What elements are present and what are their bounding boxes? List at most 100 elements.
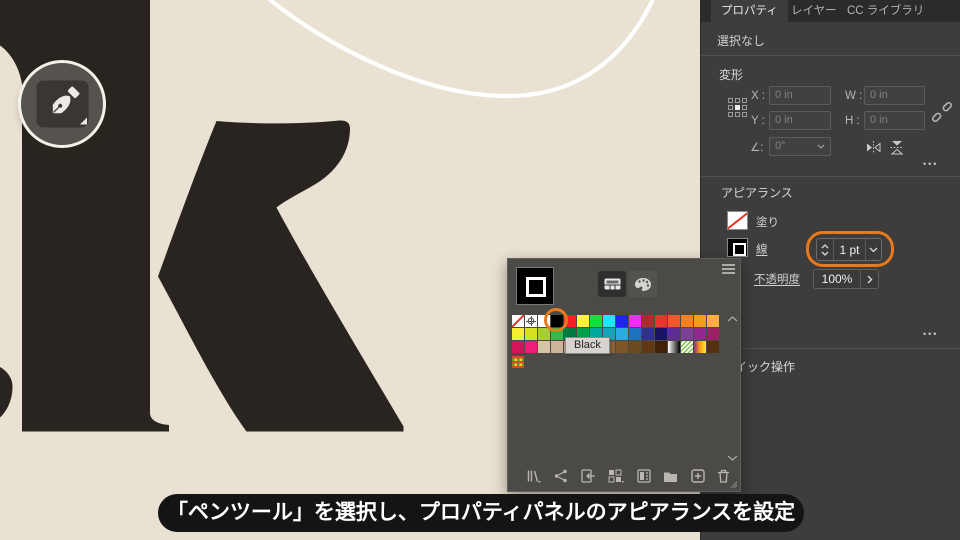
tab-cc-libraries[interactable]: CC ライブラリ — [837, 0, 934, 22]
swatch[interactable] — [629, 328, 641, 340]
pen-tool-indicator — [18, 60, 106, 148]
swatch[interactable] — [694, 315, 706, 327]
flip-horizontal-icon[interactable] — [865, 140, 882, 155]
swatch[interactable] — [694, 328, 706, 340]
import-swatches-icon[interactable] — [581, 469, 596, 483]
opacity-detail-button[interactable] — [860, 270, 878, 288]
color-mixer-button[interactable] — [628, 271, 657, 297]
swatch[interactable] — [707, 341, 719, 353]
opacity-label[interactable]: 不透明度 — [754, 271, 800, 287]
letter-k-arm-leg — [158, 120, 404, 432]
swatch[interactable] — [512, 341, 524, 353]
selection-status: 選択なし — [717, 34, 766, 48]
angle-field[interactable]: 0° — [769, 137, 831, 156]
swatch-libraries-icon[interactable] — [526, 469, 542, 483]
fill-color-swatch[interactable] — [727, 211, 748, 230]
new-swatch-icon[interactable] — [690, 469, 705, 483]
swatch[interactable] — [512, 328, 524, 340]
swatch-none[interactable] — [512, 315, 524, 327]
pen-path-curve — [267, 0, 655, 99]
swatches-toolbar — [526, 469, 730, 483]
reference-point-locator[interactable] — [728, 98, 747, 117]
swatch[interactable] — [655, 328, 667, 340]
swatch[interactable] — [616, 315, 628, 327]
swatch-row — [512, 328, 719, 340]
annotation-circle-black-swatch — [544, 308, 568, 332]
swatch[interactable] — [668, 328, 680, 340]
swatch[interactable] — [655, 315, 667, 327]
x-field[interactable]: 0 in — [769, 86, 831, 105]
swatch[interactable] — [616, 341, 628, 353]
tab-properties[interactable]: プロパティ — [711, 0, 788, 22]
angle-label: ∠: — [750, 142, 764, 154]
swatch[interactable] — [525, 328, 537, 340]
w-field[interactable]: 0 in — [864, 86, 925, 105]
stroke-label[interactable]: 線 — [756, 241, 768, 257]
y-field[interactable]: 0 in — [769, 111, 831, 130]
swatch-row — [512, 356, 719, 368]
add-to-cc-library-icon[interactable] — [554, 469, 568, 483]
appearance-section-title: アピアランス — [721, 186, 793, 200]
chevron-down-icon — [817, 144, 825, 149]
y-label: Y : — [751, 115, 765, 127]
annotation-ring-stroke-weight — [806, 231, 894, 267]
swatch[interactable] — [551, 341, 563, 353]
scroll-up-icon[interactable] — [727, 316, 738, 322]
swatches-view-button[interactable] — [598, 271, 626, 297]
chevron-right-icon — [867, 275, 872, 283]
swatches-view-icon — [604, 278, 620, 290]
separator — [701, 55, 960, 56]
swatch-tooltip: Black — [565, 337, 610, 354]
swatch[interactable] — [642, 315, 654, 327]
transform-more-options[interactable]: ••• — [923, 159, 938, 169]
fill-label: 塗り — [756, 217, 779, 229]
swatch-registration[interactable] — [525, 315, 537, 327]
swatch[interactable] — [577, 315, 589, 327]
letter-curl — [0, 367, 13, 418]
h-label: H : — [845, 115, 860, 127]
swatch[interactable] — [681, 315, 693, 327]
color-mixer-icon — [634, 277, 651, 291]
swatch[interactable] — [590, 315, 602, 327]
new-color-group-icon[interactable] — [663, 470, 678, 483]
illustrator-screenshot: プロパティ レイヤー CC ライブラリ 選択なし 変形 X : 0 in W :… — [0, 0, 960, 540]
opacity-value[interactable]: 100% — [814, 272, 860, 286]
swatch-pattern-confetti[interactable] — [512, 356, 524, 368]
swatch[interactable] — [525, 341, 537, 353]
swatch[interactable] — [655, 341, 667, 353]
scroll-down-icon[interactable] — [727, 455, 738, 461]
resize-grip[interactable] — [728, 479, 738, 489]
swatch[interactable] — [629, 315, 641, 327]
panel-tab-strip: プロパティ レイヤー CC ライブラリ — [701, 0, 960, 22]
flip-vertical-icon[interactable] — [889, 139, 905, 156]
swatch[interactable] — [707, 328, 719, 340]
stroke-color-swatch[interactable] — [727, 238, 748, 257]
swatch-grid — [512, 315, 719, 369]
stroke-proxy-icon — [516, 267, 554, 305]
swatch[interactable] — [681, 328, 693, 340]
link-dimensions-icon[interactable] — [931, 98, 953, 126]
swatch[interactable] — [668, 315, 680, 327]
swatch-gradient-orange[interactable] — [694, 341, 706, 353]
swatch[interactable] — [538, 341, 550, 353]
swatch-options-icon[interactable] — [637, 469, 651, 483]
panel-list-icon[interactable] — [721, 263, 736, 275]
swatch[interactable] — [603, 315, 615, 327]
caption-pill: 「ペンツール」を選択し、プロパティパネルのアピアランスを設定 — [158, 494, 804, 532]
swatch[interactable] — [629, 341, 641, 353]
angle-value: 0° — [775, 140, 786, 152]
swatch-row — [512, 341, 719, 353]
transform-section-title: 変形 — [719, 68, 744, 82]
swatches-popup — [507, 258, 741, 492]
swatch[interactable] — [616, 328, 628, 340]
swatch[interactable] — [642, 341, 654, 353]
swatch-gradient-gray[interactable] — [668, 341, 680, 353]
swatch[interactable] — [707, 315, 719, 327]
swatch-kinds-icon[interactable] — [608, 469, 625, 483]
opacity-control[interactable]: 100% — [813, 269, 879, 289]
h-field[interactable]: 0 in — [864, 111, 925, 130]
w-label: W : — [845, 90, 863, 102]
swatch[interactable] — [642, 328, 654, 340]
swatch-pattern-green[interactable] — [681, 341, 693, 353]
appearance-more-options[interactable]: ••• — [923, 329, 938, 339]
